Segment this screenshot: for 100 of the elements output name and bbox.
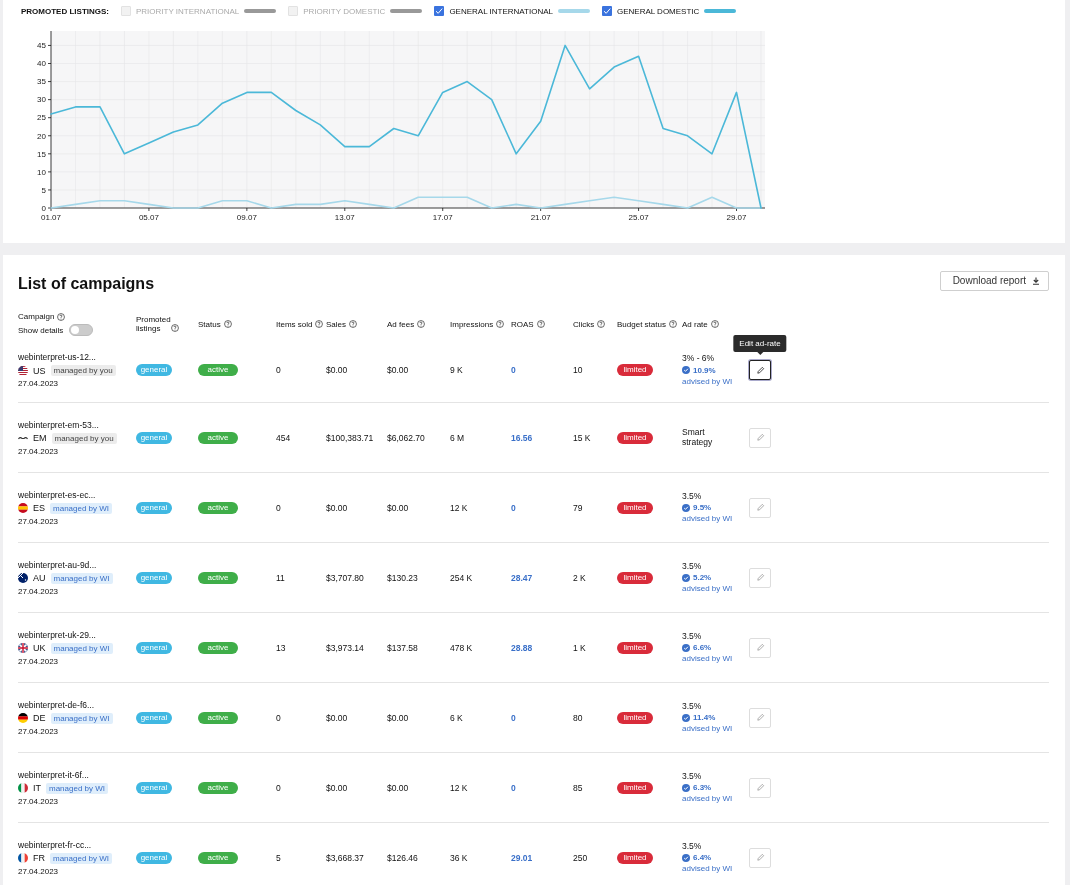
campaign-name[interactable]: webinterpret-au-9d... — [18, 559, 136, 570]
legend-label[interactable]: GENERAL DOMESTIC — [616, 6, 700, 16]
sales-cell: $0.00 — [326, 782, 348, 793]
budget-badge: limited — [617, 781, 653, 794]
x-tick-label: 05.07 — [138, 213, 159, 222]
checkbox[interactable] — [121, 6, 131, 16]
flag-icon — [18, 643, 28, 653]
advised-label: advised by WI — [682, 514, 734, 524]
help-icon[interactable] — [57, 312, 66, 321]
manager-tag: managed by WI — [50, 572, 113, 584]
section-title: List of campaigns — [18, 274, 155, 293]
check-badge-icon — [682, 503, 690, 512]
y-tick-label: 30 — [37, 95, 46, 105]
campaign-date: 27.04.2023 — [18, 656, 60, 666]
status-badge: active — [198, 641, 238, 654]
y-tick-label: 20 — [37, 131, 46, 141]
help-icon[interactable] — [223, 320, 232, 328]
check-badge-icon — [682, 783, 690, 792]
country-code: ES — [33, 503, 45, 513]
campaign-date: 27.04.2023 — [18, 866, 60, 876]
clicks-cell: 85 — [573, 782, 583, 793]
campaign-name[interactable]: webinterpret-us-12... — [18, 352, 136, 362]
download-button[interactable]: Download report — [939, 270, 1049, 291]
campaign-name[interactable]: webinterpret-uk-29... — [18, 629, 136, 640]
help-icon[interactable] — [536, 320, 545, 328]
help-icon[interactable] — [171, 324, 179, 332]
help-icon[interactable] — [496, 320, 505, 328]
budget-badge: limited — [617, 364, 653, 376]
roas-value: 28.47 — [511, 572, 533, 583]
column-header: Ad fees — [387, 319, 415, 329]
advised-rate: 6.3% — [693, 783, 712, 793]
ad-rate-value: 3.5% — [682, 841, 703, 852]
country-code: UK — [33, 643, 46, 653]
y-tick-label: 35 — [37, 77, 46, 87]
roas-value: 0 — [511, 782, 516, 793]
status-badge: active — [198, 851, 238, 864]
tooltip: Edit ad-rate — [733, 335, 787, 352]
help-icon[interactable] — [417, 320, 426, 328]
flag-icon — [18, 713, 28, 723]
ad-rate-value: 3.5% — [682, 701, 703, 712]
flag-icon — [18, 783, 28, 793]
advised-rate: 11.4% — [693, 713, 716, 723]
items-sold-cell: 11 — [276, 572, 285, 583]
y-tick-label: 15 — [37, 149, 46, 159]
listing-badge: general — [136, 781, 172, 794]
budget-badge: limited — [617, 571, 653, 584]
ad-fees-cell: $130.23 — [387, 572, 418, 583]
items-sold-cell: 454 — [276, 432, 291, 443]
status-badge: active — [198, 431, 238, 444]
help-icon[interactable] — [668, 320, 677, 328]
impressions-cell: 6 M — [450, 432, 465, 443]
pencil-icon — [755, 853, 765, 862]
clicks-cell: 80 — [573, 712, 583, 723]
column-header: Clicks — [573, 319, 595, 329]
campaign-name[interactable]: webinterpret-em-53... — [18, 419, 136, 430]
pencil-icon — [755, 433, 765, 442]
toggle-switch[interactable] — [69, 324, 94, 336]
sales-cell: $0.00 — [326, 712, 348, 723]
clicks-cell: 79 — [573, 502, 583, 513]
sales-cell: $0.00 — [326, 365, 348, 375]
y-tick-label: 45 — [37, 41, 46, 51]
x-tick-label: 13.07 — [334, 213, 355, 222]
sales-cell: $3,707.80 — [326, 572, 364, 583]
campaign-date: 27.04.2023 — [18, 446, 60, 456]
manager-tag: managed by WI — [50, 712, 113, 724]
country-code: DE — [33, 713, 46, 723]
clicks-cell: 2 K — [573, 572, 586, 583]
items-sold-cell: 13 — [276, 642, 286, 653]
status-badge: active — [198, 364, 238, 376]
ad-rate-value: 3% - 6% — [682, 354, 716, 364]
column-header: Impressions — [450, 319, 494, 329]
legend-label[interactable]: GENERAL INTERNATIONAL — [449, 6, 553, 16]
ad-fees-cell: $0.00 — [387, 712, 409, 723]
x-tick-label: 25.07 — [628, 213, 649, 222]
checkbox[interactable] — [601, 6, 612, 16]
pencil-icon — [755, 783, 765, 792]
column-header: Items sold — [276, 319, 313, 329]
checkbox[interactable] — [288, 6, 299, 16]
checkbox[interactable] — [434, 6, 445, 16]
clicks-cell: 250 — [573, 852, 588, 863]
advised-label: advised by WI — [682, 654, 734, 664]
flag-icon — [18, 365, 28, 376]
campaign-date: 27.04.2023 — [18, 726, 60, 736]
campaign-name[interactable]: webinterpret-fr-cc... — [18, 839, 136, 850]
campaign-name[interactable]: webinterpret-de-f6... — [18, 699, 136, 710]
ad-fees-cell: $0.00 — [387, 502, 409, 513]
advised-label: advised by WI — [682, 864, 734, 874]
sales-cell: $3,973.14 — [326, 642, 364, 653]
manager-tag: managed by WI — [46, 782, 109, 794]
impressions-cell: 6 K — [450, 712, 463, 723]
campaign-name[interactable]: webinterpret-es-ec... — [18, 489, 136, 500]
help-icon[interactable] — [349, 320, 357, 328]
x-tick-label: 01.07 — [41, 213, 61, 222]
column-header: Promoted listings — [136, 315, 172, 333]
x-tick-label: 21.07 — [530, 213, 551, 222]
help-icon[interactable] — [315, 320, 324, 328]
help-icon[interactable] — [710, 320, 719, 328]
sales-cell: $100,383.71 — [326, 432, 374, 443]
help-icon[interactable] — [597, 320, 606, 328]
campaign-name[interactable]: webinterpret-it-6f... — [18, 769, 136, 780]
